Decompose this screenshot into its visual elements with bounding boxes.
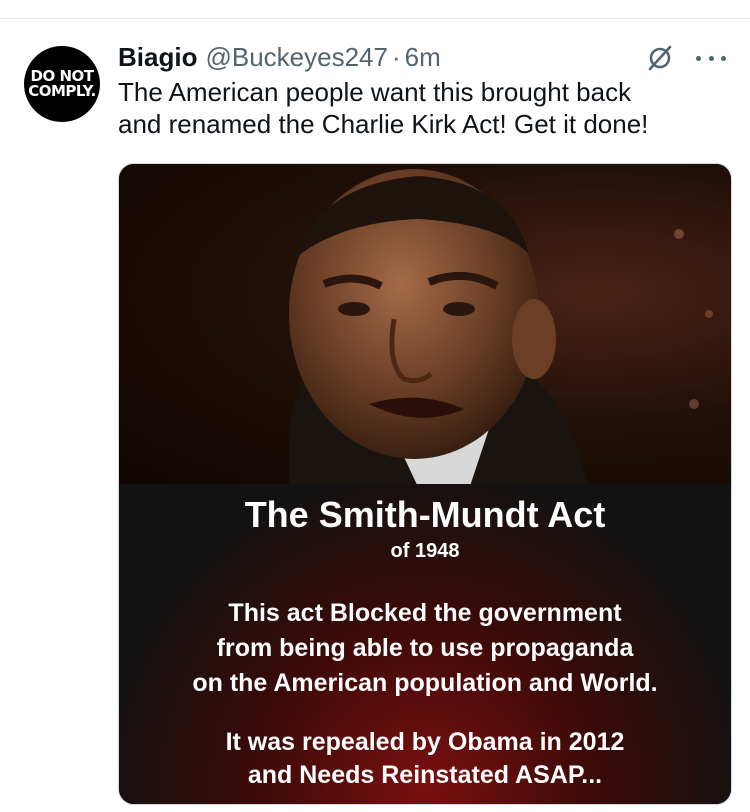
slashed-circle-icon[interactable] <box>646 44 674 72</box>
avatar-text-line-2: COMPLY. <box>28 82 96 100</box>
image-footer-text: It was repealed by Obama in 2012 and Nee… <box>225 728 625 789</box>
tweet-header: Biagio @Buckeyes247 · 6m <box>118 42 441 72</box>
separator-dot: · <box>391 42 401 72</box>
image-subtitle: of 1948 <box>390 540 460 562</box>
image-body-text: This act Blocked the government from bei… <box>192 599 658 697</box>
tweet-text: The American people want this brought ba… <box>118 77 649 139</box>
tweet-media-image[interactable]: The Smith-Mundt Act of 1948 This act Blo… <box>118 163 732 805</box>
more-options-icon[interactable] <box>696 50 726 66</box>
tweet[interactable]: DO NOT COMPLY. Biagio @Buckeyes247 · 6m … <box>0 0 750 812</box>
author-name[interactable]: Biagio <box>118 42 197 73</box>
portrait-illustration <box>289 169 713 489</box>
avatar[interactable]: DO NOT COMPLY. <box>24 46 100 122</box>
image-title: The Smith-Mundt Act <box>244 494 606 535</box>
portrait-photo <box>119 164 731 489</box>
author-handle[interactable]: @Buckeyes247 <box>205 42 388 73</box>
timestamp[interactable]: 6m <box>405 42 441 73</box>
